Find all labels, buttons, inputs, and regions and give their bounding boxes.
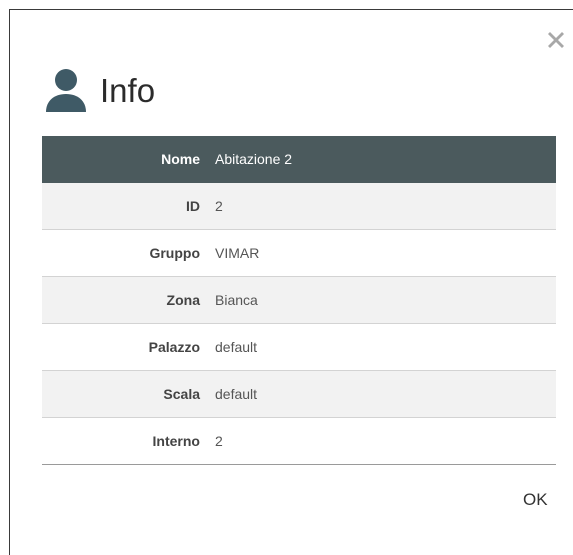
row-value: default [215,386,258,402]
row-value: default [215,339,258,355]
ok-button[interactable]: OK [523,490,548,510]
table-row: Gruppo VIMAR [42,230,556,277]
dialog-header: Info [45,66,155,116]
row-label: Nome [161,151,200,167]
row-label: Zona [166,292,200,308]
close-button[interactable] [543,27,569,53]
row-label: Scala [163,386,200,402]
dialog-title: Info [100,72,156,109]
table-row: Interno 2 [42,418,556,465]
row-label: Interno [152,433,200,449]
row-label: Palazzo [148,339,200,355]
table-row: Zona Bianca [42,277,556,324]
row-label: Gruppo [149,245,200,261]
user-icon [46,69,86,112]
row-value: 2 [215,433,223,449]
details-table: Nome Abitazione 2 ID 2 Gruppo VIMAR Zona… [42,136,556,465]
row-value: 2 [215,198,223,214]
info-dialog: Info Nome Abitazione 2 ID 2 Gruppo VIMAR… [9,9,573,555]
table-row: ID 2 [42,183,556,230]
row-value: VIMAR [215,245,260,261]
row-value: Bianca [215,292,258,308]
row-label: ID [186,198,200,214]
row-value: Abitazione 2 [215,151,293,167]
table-row: Palazzo default [42,324,556,371]
close-icon [548,32,564,48]
table-row: Scala default [42,371,556,418]
table-row: Nome Abitazione 2 [42,136,556,183]
